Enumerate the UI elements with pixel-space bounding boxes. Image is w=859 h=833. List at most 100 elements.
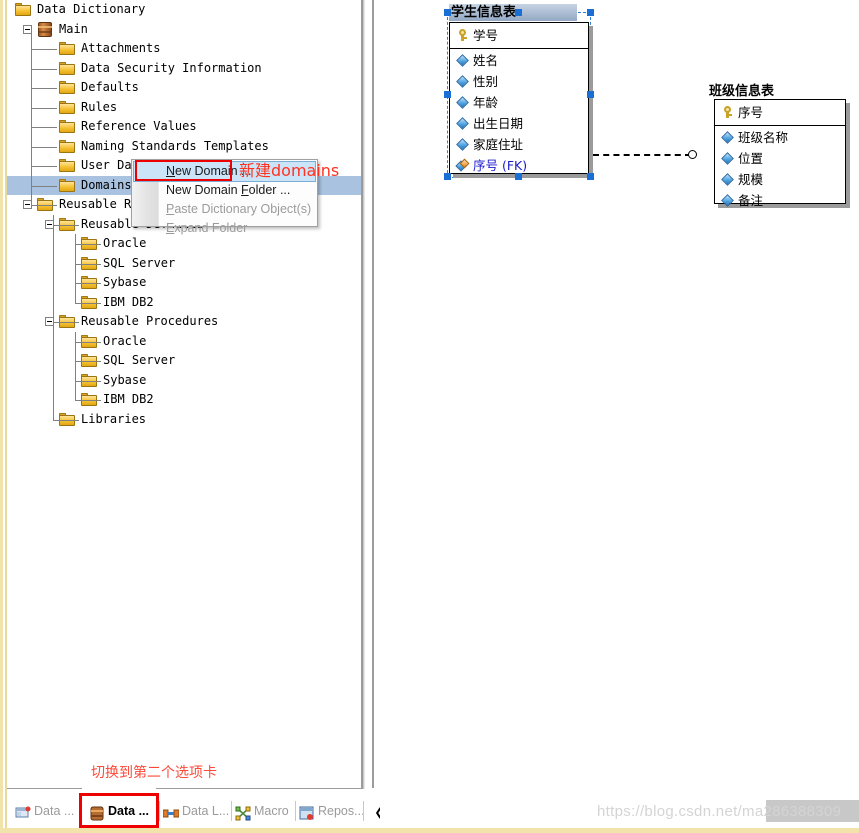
resize-handle[interactable] <box>444 9 451 16</box>
annotation-text-new-domain: 新建domains <box>239 161 340 180</box>
entity-attr-row: 规模 <box>721 171 763 188</box>
folder-icon <box>81 393 97 406</box>
menu-item-new-domain-folder-label-a: New Domain <box>166 183 242 197</box>
tree-item-sybase[interactable]: Sybase <box>7 371 361 391</box>
entity-attr-label: 班级名称 <box>738 130 789 145</box>
tree-item-sybase[interactable]: Sybase <box>7 273 361 293</box>
entity-attr-row: 家庭住址 <box>456 136 524 153</box>
tree-item-naming-standards-templates[interactable]: Naming Standards Templates <box>7 137 361 157</box>
dock-tab-4[interactable]: Repos... <box>299 798 365 824</box>
entity-attr-label: 家庭住址 <box>473 137 524 152</box>
dock-tab-bar[interactable]: Data ... Data ... Data L... Macro Repos... <box>7 795 365 828</box>
tree-item-label: Sybase <box>103 275 147 289</box>
attribute-icon <box>456 54 469 67</box>
entity-attr-row: 姓名 <box>456 52 499 69</box>
tree-item-reference-values[interactable]: Reference Values <box>7 117 361 137</box>
resize-handle[interactable] <box>587 91 594 98</box>
tree-item-ibm-db2[interactable]: IBM DB2 <box>7 293 361 313</box>
attribute-icon <box>456 96 469 109</box>
dock-tab-0[interactable]: Data ... <box>15 798 74 824</box>
folder-icon <box>81 256 97 270</box>
entity-title-2: 班级信息表 <box>709 84 775 99</box>
tree-item-rules[interactable]: Rules <box>7 98 361 118</box>
barrel-icon <box>37 21 53 37</box>
folder-icon <box>59 120 75 133</box>
dock-tab-3[interactable]: Macro <box>235 798 289 824</box>
folder-icon <box>81 373 97 387</box>
diagram-canvas[interactable]: 学号 姓名 性别 年龄 出生日期 家庭住址 序号 (FK) 学生信息表 序号 班… <box>380 0 859 828</box>
menu-item-expand-folder[interactable]: Expand Folder <box>132 219 317 238</box>
tree-expander-icon[interactable] <box>23 24 32 34</box>
entity-title-1: 学生信息表 <box>451 5 517 20</box>
entity-class-info[interactable]: 序号 班级名称 位置 规模 备注 <box>714 99 850 208</box>
tree-item-sql-server[interactable]: SQL Server <box>7 254 361 274</box>
entity-key-divider-1 <box>450 48 588 49</box>
tree-item-label: Domains <box>81 177 132 192</box>
entity-attr-row: 备注 <box>721 192 764 209</box>
tree-expander-icon[interactable] <box>23 200 32 209</box>
foreign-key-icon <box>455 158 470 172</box>
dock-tab-label: Macro <box>254 804 289 818</box>
tree-item-label: Data Dictionary <box>37 2 146 16</box>
entity-student-info[interactable]: 学号 姓名 性别 年龄 出生日期 家庭住址 序号 (FK) <box>449 22 593 178</box>
dock-tab-2[interactable]: Data L... <box>162 798 229 824</box>
menu-item-new-domain-folder[interactable]: New Domain Folder ... <box>132 181 317 200</box>
primary-key-icon <box>722 106 733 118</box>
data-dictionary-tree-panel[interactable]: Data Dictionary Main Attachments Data Secur… <box>7 0 362 789</box>
resize-handle[interactable] <box>515 9 522 16</box>
folder-icon <box>59 61 75 75</box>
folder-icon <box>81 354 97 367</box>
relationship-line[interactable] <box>593 154 691 156</box>
folder-icon <box>81 237 97 250</box>
resize-handle[interactable] <box>444 91 451 98</box>
tree-expander-icon[interactable] <box>45 219 54 229</box>
entity-attr-label: 性别 <box>473 74 499 89</box>
annotation-box-new-domain <box>135 160 232 181</box>
dock-splitter[interactable] <box>370 0 380 828</box>
left-dock-panel: Data Dictionary Main Attachments Data Secur… <box>7 0 370 828</box>
relationship-endpoint-optional-right <box>688 150 697 159</box>
attribute-icon <box>456 138 469 151</box>
entity-attr-row: 位置 <box>721 150 763 167</box>
tree-item-libraries[interactable]: Libraries <box>7 410 361 430</box>
tree-item-main[interactable]: Main <box>7 20 361 40</box>
menu-item-paste-dictionary-objects[interactable]: Paste Dictionary Object(s) <box>132 200 317 219</box>
attribute-icon <box>721 173 734 186</box>
tab-separator <box>231 801 232 821</box>
attribute-icon <box>721 152 734 165</box>
tree-item-label: Libraries <box>81 411 147 426</box>
entity-pk-label-1: 学号 <box>473 28 499 43</box>
folder-icon <box>59 100 75 114</box>
entity-attr-row: 性别 <box>456 73 499 90</box>
resize-handle[interactable] <box>587 173 594 180</box>
folder-icon <box>15 3 31 16</box>
entity-key-divider-2 <box>715 125 845 126</box>
folder-icon <box>59 412 75 426</box>
folder-icon <box>59 315 75 328</box>
folder-icon <box>81 276 97 289</box>
tree-item-data-security-information[interactable]: Data Security Information <box>7 59 361 79</box>
resize-handle[interactable] <box>444 173 451 180</box>
entity-attr-label: 备注 <box>738 193 764 208</box>
tree-item-defaults[interactable]: Defaults <box>7 78 361 98</box>
menu-accel-f: F <box>241 183 249 197</box>
folder-icon <box>81 295 97 309</box>
tree-item-data-dictionary[interactable]: Data Dictionary <box>7 0 361 20</box>
resize-handle[interactable] <box>587 9 594 16</box>
tree-expander-icon[interactable] <box>45 317 54 326</box>
entity-attr-label: 姓名 <box>473 53 499 68</box>
folder-icon <box>37 198 53 211</box>
annotation-text-switch-tab: 切换到第二个选项卡 <box>91 765 217 781</box>
annotation-box-active-tab <box>79 793 159 828</box>
folder-icon <box>59 178 75 192</box>
tree-item-reusable-procedures[interactable]: Reusable Procedures <box>7 312 361 332</box>
entity-attr-row: 年龄 <box>456 94 498 111</box>
tree-item-oracle[interactable]: Oracle <box>7 332 361 352</box>
tree-item-sql-server[interactable]: SQL Server <box>7 351 361 371</box>
attribute-icon <box>721 131 734 144</box>
tree-item-label: IBM DB2 <box>103 392 154 406</box>
tree-item-attachments[interactable]: Attachments <box>7 39 361 59</box>
tree-item-ibm-db2[interactable]: IBM DB2 <box>7 390 361 410</box>
repository-icon <box>299 804 315 820</box>
resize-handle[interactable] <box>515 173 522 180</box>
